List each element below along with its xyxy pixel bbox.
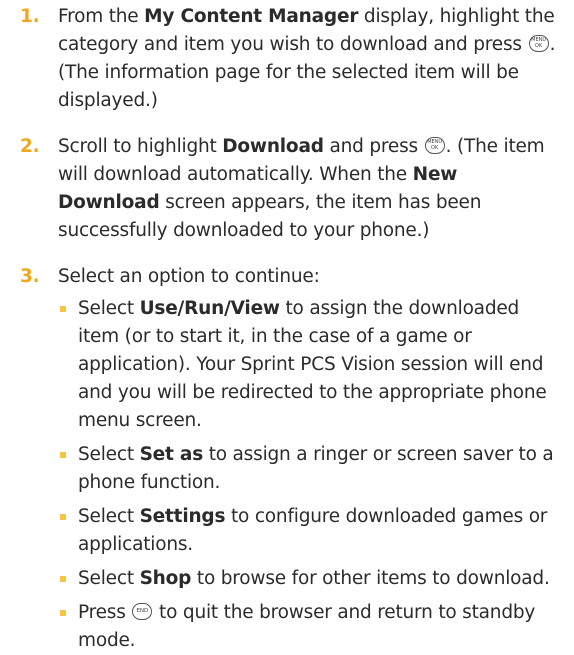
- list-item: Press END to quit the browser and return…: [58, 599, 556, 655]
- menu-ok-key-icon: MENU OK: [528, 35, 549, 52]
- bold-term: Download: [222, 136, 324, 157]
- text-run: Select: [78, 568, 140, 589]
- bold-term: Set as: [139, 444, 204, 465]
- list-item: Select Use/Run/View to assign the downlo…: [58, 295, 556, 435]
- step-number: 2.: [20, 136, 40, 157]
- key-label: END: [136, 608, 149, 614]
- bold-term: Use/Run/View: [139, 298, 280, 319]
- step-text: Scroll to highlight Download and press M…: [58, 136, 545, 241]
- menu-ok-key-icon: MENU OK: [424, 137, 445, 154]
- text-run: and press: [323, 136, 424, 157]
- list-item: Select Set as to assign a ringer or scre…: [58, 441, 556, 497]
- step-3: 3. Select an option to continue: Select …: [10, 263, 556, 655]
- text-run: From the: [58, 6, 145, 27]
- instruction-page: 1. From the My Content Manager display, …: [0, 0, 574, 651]
- step-text: From the My Content Manager display, hig…: [58, 6, 555, 111]
- step-1: 1. From the My Content Manager display, …: [10, 3, 556, 115]
- key-label: OK: [534, 43, 543, 49]
- text-run: Select: [78, 506, 140, 527]
- text-run: Scroll to highlight: [58, 136, 223, 157]
- key-label: OK: [431, 145, 439, 151]
- text-run: to browse for other items to download.: [191, 568, 550, 589]
- step-text: Select an option to continue:: [58, 266, 320, 287]
- text-run: Select: [78, 298, 140, 319]
- step-number: 3.: [20, 266, 40, 287]
- bullet-icon: [60, 576, 66, 582]
- bullet-icon: [60, 306, 66, 312]
- step-number: 1.: [20, 6, 40, 27]
- bold-term: Settings: [139, 506, 226, 527]
- option-list: Select Use/Run/View to assign the downlo…: [58, 295, 556, 655]
- step-2: 2. Scroll to highlight Download and pres…: [10, 133, 556, 245]
- list-item: Select Shop to browse for other items to…: [58, 565, 556, 593]
- end-key-icon: END: [132, 603, 153, 620]
- bold-term: Shop: [139, 568, 192, 589]
- bullet-icon: [60, 514, 66, 520]
- bullet-icon: [60, 452, 66, 458]
- text-run: Press: [78, 602, 132, 623]
- text-run: Select: [78, 444, 140, 465]
- list-item: Select Settings to configure downloaded …: [58, 503, 556, 559]
- bold-term: My Content Manager: [144, 6, 359, 27]
- bullet-icon: [60, 610, 66, 616]
